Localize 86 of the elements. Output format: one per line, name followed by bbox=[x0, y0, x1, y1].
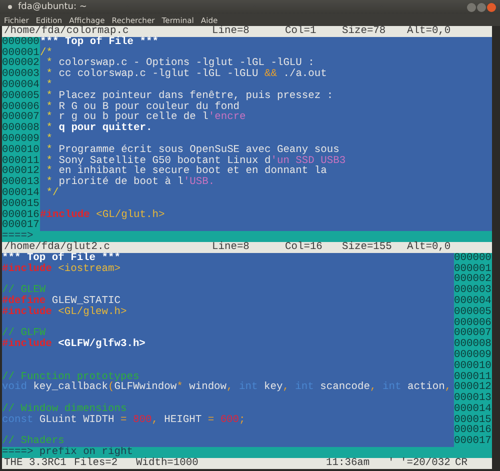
line-number: 000014 bbox=[2, 188, 40, 199]
code-line: */ bbox=[45, 188, 59, 199]
code-line: * Sony Satellite G50 bootant Linux d'un SSD USB3 bbox=[45, 156, 346, 166]
code-line: * priorité de boot à l'USB. bbox=[45, 177, 215, 188]
line-number: 000007 bbox=[2, 112, 40, 124]
code-line: // GLEW bbox=[2, 285, 46, 296]
line-number: 000012 bbox=[2, 166, 40, 178]
status-field: ' '=20/032 bbox=[388, 458, 455, 469]
column-indicator: Col=1 bbox=[285, 26, 318, 37]
code-line: #include <iostream> bbox=[2, 264, 120, 274]
code-line: // Window dimensions bbox=[2, 404, 127, 415]
line-number: 000000 bbox=[2, 36, 40, 48]
close-button[interactable] bbox=[487, 2, 496, 12]
line-number: 000014 bbox=[454, 404, 492, 415]
dot-icon bbox=[8, 5, 12, 9]
line-number: 000009 bbox=[2, 134, 40, 145]
line-number: 000003 bbox=[454, 285, 492, 296]
status-field: THE 3.3RC1 bbox=[4, 458, 74, 469]
code-line: *** Top of File *** bbox=[40, 36, 158, 48]
line-number: 000000 bbox=[454, 252, 492, 264]
code-line: * colorswap.c - Options -lglut -lGL -lGLU : bbox=[45, 58, 314, 70]
line-number: 000004 bbox=[454, 296, 492, 307]
line-number: 000006 bbox=[454, 318, 492, 328]
line-number: 000016 bbox=[2, 210, 40, 220]
code-line: // Shaders bbox=[2, 436, 64, 448]
code-line: * bbox=[45, 80, 52, 91]
code-line: #include <GLFW/glfw3.h> bbox=[2, 339, 146, 350]
line-number: 000016 bbox=[454, 425, 492, 436]
code-line: * cc colorswap.c -lglut -lGL -lGLU && ./a.out bbox=[45, 69, 327, 80]
code-line: #define GLEW_STATIC bbox=[2, 296, 120, 307]
line-number: 000006 bbox=[2, 102, 40, 112]
line-number: 000005 bbox=[2, 90, 40, 102]
line-number: 000013 bbox=[454, 393, 492, 404]
status-field: Width=1000 bbox=[136, 458, 326, 469]
code-line: /* bbox=[40, 48, 52, 58]
status-field: CR bbox=[455, 458, 492, 469]
line-number: 000005 bbox=[454, 306, 492, 318]
size-indicator: Size=78 bbox=[342, 26, 387, 37]
line-number: 000008 bbox=[2, 123, 40, 134]
line-indicator: Line=8 bbox=[212, 242, 250, 253]
line-number: 000017 bbox=[454, 436, 492, 448]
line-number: 000002 bbox=[2, 58, 40, 70]
line-number: 000015 bbox=[2, 198, 40, 210]
line-number: 000004 bbox=[2, 80, 40, 91]
line-number: 000010 bbox=[2, 144, 40, 156]
line-number: 000003 bbox=[2, 69, 40, 80]
column-indicator: Col=16 bbox=[285, 242, 324, 253]
line-number: 000002 bbox=[454, 274, 492, 286]
line-number: 000001 bbox=[454, 264, 492, 274]
line-number: 000008 bbox=[454, 339, 492, 350]
code-line: * q pour quitter. bbox=[45, 123, 152, 134]
code-line: * r g ou b pour celle de l'encre bbox=[45, 112, 246, 124]
command-text[interactable]: prefix on right bbox=[33, 447, 133, 458]
command-prompt: ====> bbox=[2, 231, 34, 242]
code-line: * R G ou B pour couleur du fond bbox=[45, 102, 240, 112]
code-line: *** Top of File *** bbox=[2, 252, 120, 264]
line-number: 000007 bbox=[454, 328, 492, 340]
code-line: * en inhibant le secure boot et en donnant la bbox=[45, 166, 327, 178]
code-line: * Programme écrit sous OpenSuSE avec Geany sous bbox=[45, 144, 340, 156]
window-title: fda@ubuntu: ~ bbox=[18, 2, 87, 12]
line-number: 000013 bbox=[2, 177, 40, 188]
line-number: 000001 bbox=[2, 48, 40, 58]
code-line: * Placez pointeur dans fenêtre, puis pressez : bbox=[45, 90, 334, 102]
code-line: // Function prototypes bbox=[2, 372, 140, 382]
code-line: #include <GL/glew.h> bbox=[2, 306, 127, 318]
status-field: 11:36am bbox=[326, 458, 388, 469]
code-line: * bbox=[45, 134, 52, 145]
file-path: /home/fda/colormap.c bbox=[4, 26, 129, 37]
code-line: // GLFW bbox=[2, 328, 46, 340]
line-number: 000017 bbox=[2, 220, 40, 232]
alt-indicator: Alt=0,0 bbox=[407, 242, 452, 253]
line-number: 000012 bbox=[454, 382, 492, 394]
line-number: 000010 bbox=[454, 360, 492, 372]
line-number: 000011 bbox=[2, 156, 40, 166]
alt-indicator: Alt=0,0 bbox=[407, 26, 452, 37]
status-field: Files=2 bbox=[74, 458, 136, 469]
line-number: 000009 bbox=[454, 350, 492, 361]
line-number: 000011 bbox=[454, 372, 492, 382]
size-indicator: Size=155 bbox=[342, 242, 393, 253]
line-indicator: Line=8 bbox=[212, 26, 250, 37]
minimize-button[interactable] bbox=[467, 2, 476, 12]
line-number: 000015 bbox=[454, 414, 492, 426]
code-line: #include <GL/glut.h> bbox=[40, 210, 165, 220]
file-path: /home/fda/glut2.c bbox=[4, 242, 110, 253]
command-prompt: ====> bbox=[2, 447, 34, 458]
maximize-button[interactable] bbox=[477, 2, 486, 12]
